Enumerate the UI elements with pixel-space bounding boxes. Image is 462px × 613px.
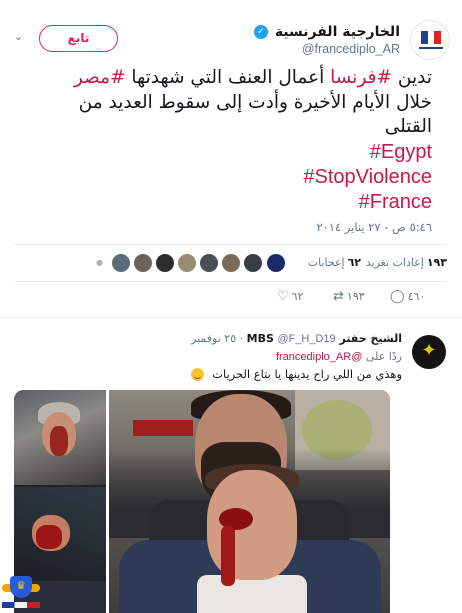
like-count: ٦٢ [291,290,304,303]
hashtag-france[interactable]: #France [22,190,432,215]
reply-handle[interactable]: @F_H_D19 [277,333,335,345]
divider [15,244,447,245]
reply-avatar[interactable]: ✦ [412,335,446,369]
replying-prefix: ردًا على [365,350,402,363]
emblem-icon: ✦ [421,340,437,361]
reply-time[interactable]: ٢٥ نوفمبر [191,332,236,345]
account-avatar[interactable] [410,20,450,60]
chevron-down-icon[interactable]: ⌄ [14,31,26,43]
hashtag-egypt-ar[interactable]: #مصر [74,67,126,88]
tweet-text-segment: تدين [392,67,432,88]
collage-photo-woman [14,390,106,485]
like-button[interactable]: ♡ ٦٢ [277,289,303,304]
tweet-actions: ◯ ٤٦٠ ⇄ ١٩٣ ♡ ٦٢ [0,286,462,308]
more-likers-icon: ● [96,258,103,267]
verified-badge-icon: ✓ [253,24,268,39]
hashtag-france-ar[interactable]: #فرنسا [330,67,392,88]
hashtag-egypt[interactable]: #Egypt [22,140,432,165]
account-name-block[interactable]: الخارجية الفرنسية ✓ @francediplo_AR [253,21,400,56]
reply-icon: ◯ [390,289,405,304]
retweet-button[interactable]: ⇄ ١٩٣ [333,289,365,304]
likes-stat[interactable]: ٦٢إعجابات [308,256,361,269]
avatar-logo-underline [419,47,443,49]
reply-text-content: وهذي من اللي راح يدينها يا بتاع الحريات [212,367,402,381]
tweet-text-segment: أعمال العنف التي شهدتها [125,67,331,88]
liker-avatar[interactable] [200,254,218,272]
hashtag-stopviolence[interactable]: #StopViolence [22,165,432,190]
liker-avatar[interactable] [178,254,196,272]
liker-avatar[interactable] [112,254,130,272]
account-handle[interactable]: @francediplo_AR [254,42,400,56]
reply-text: وهذي من اللي راح يدينها يا بتاع الحريات [191,367,402,381]
heart-icon: ♡ [277,289,289,304]
engagement-stats: ١٩٣إعادات تغريد ٦٢إعجابات ● [15,250,447,276]
likes-label: إعجابات [307,256,345,269]
french-flag-icon [421,31,442,44]
tweet-text: تدين #فرنسا أعمال العنف التي شهدتها #مصر… [22,66,432,215]
liker-avatar[interactable] [134,254,152,272]
tweet-card: الخارجية الفرنسية ✓ @francediplo_AR تابع… [0,0,462,318]
likes-count: ٦٢ [347,256,361,269]
liker-avatar[interactable] [267,254,285,272]
liker-avatar[interactable] [156,254,174,272]
site-watermark-logo: ♛ [2,574,40,612]
collage-photo-man [14,487,106,579]
retweet-count: ١٩٣ [346,290,365,303]
retweets-stat[interactable]: ١٩٣إعادات تغريد [366,256,447,269]
liker-avatar[interactable] [244,254,262,272]
tweet-text-line-3: القتلى [384,116,432,137]
reply-tweet: ✦ الشيخ حفتر MBS @F_H_D19 · ٢٥ نوفمبر رد… [0,319,462,613]
liker-avatar[interactable] [222,254,240,272]
reply-count: ٤٦٠ [407,290,426,303]
tweet-text-line-2: خلال الأيام الأخيرة وأدت إلى سقوط العديد… [78,91,432,113]
retweets-count: ١٩٣ [426,256,447,269]
tweet-timestamp[interactable]: ٥:٤٦ ص - ٢٧ يناير ٢٠١٤ [316,220,432,234]
divider [15,281,447,282]
follow-button[interactable]: تابع [39,25,118,52]
reply-media[interactable] [14,390,390,613]
tweet-text-line-1: تدين #فرنسا أعمال العنف التي شهدتها #مصر [22,66,432,91]
display-name[interactable]: الخارجية الفرنسية [275,24,400,40]
retweet-icon: ⇄ [333,289,344,304]
replying-to: ردًا على @francediplo_AR [276,350,402,363]
reply-header: الشيخ حفتر MBS @F_H_D19 · ٢٥ نوفمبر [191,332,402,345]
smiley-emoji-icon [191,368,205,381]
reply-button[interactable]: ◯ ٤٦٠ [390,289,425,304]
reply-separator: · [239,332,244,345]
main-photo-injured-man [109,390,390,613]
mention-link[interactable]: @francediplo_AR [276,351,362,363]
retweets-label: إعادات تغريد [365,256,424,269]
